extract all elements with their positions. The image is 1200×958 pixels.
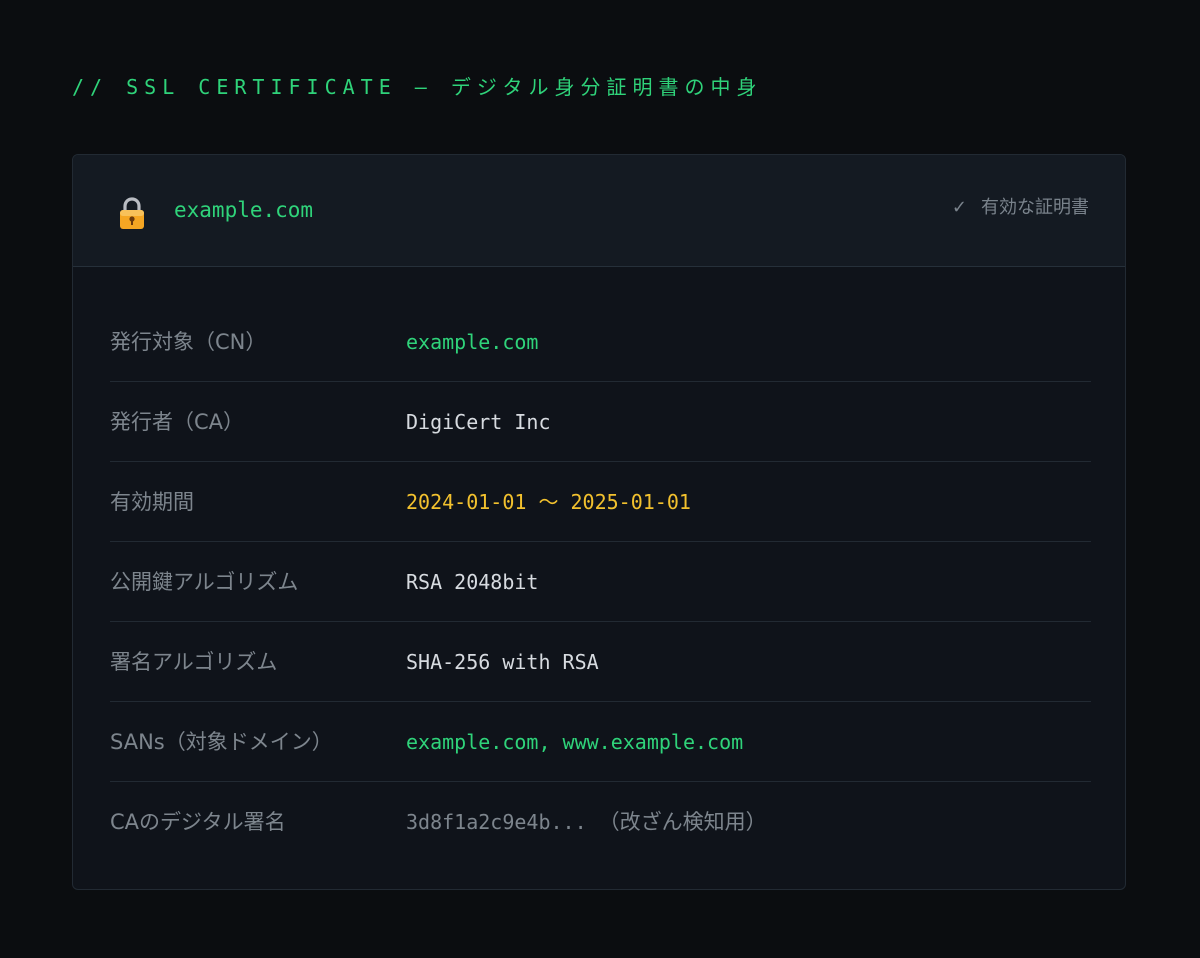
detail-value: RSA 2048bit <box>406 570 539 594</box>
detail-row-cn: 発行対象（CN） example.com <box>110 302 1091 382</box>
signature-note: （改ざん検知用） <box>598 810 767 834</box>
certificate-details: 発行対象（CN） example.com 発行者（CA） DigiCert In… <box>110 302 1091 861</box>
detail-value: example.com <box>406 330 539 354</box>
detail-label: SANs（対象ドメイン） <box>110 730 333 754</box>
signature-hash: 3d8f1a2c9e4b... <box>406 810 587 834</box>
status-badge: ✓ 有効な証明書 <box>952 193 1089 223</box>
detail-value-group: 3d8f1a2c9e4b... （改ざん検知用） <box>406 809 767 835</box>
detail-value: example.com, www.example.com <box>406 730 744 754</box>
certificate-domain: example.com <box>174 198 314 222</box>
detail-label: 発行者（CA） <box>110 410 245 434</box>
detail-row-sans: SANs（対象ドメイン） example.com, www.example.co… <box>110 702 1091 782</box>
detail-label: 署名アルゴリズム <box>110 650 278 674</box>
detail-label: 発行対象（CN） <box>110 330 267 354</box>
detail-value: SHA-256 with RSA <box>406 650 599 674</box>
check-icon: ✓ <box>951 197 967 218</box>
section-title: // SSL CERTIFICATE — デジタル身分証明書の中身 <box>72 75 763 99</box>
certificate-card: example.com ✓ 有効な証明書 発行対象（CN） example.com… <box>72 154 1126 890</box>
detail-value: 2024-01-01 〜 2025-01-01 <box>406 490 691 514</box>
detail-row-signature-algorithm: 署名アルゴリズム SHA-256 with RSA <box>110 622 1091 702</box>
detail-label: 有効期間 <box>110 490 194 514</box>
lock-icon <box>117 196 147 230</box>
detail-label: CAのデジタル署名 <box>110 810 286 834</box>
detail-value: DigiCert Inc <box>406 410 551 434</box>
detail-row-ca-signature: CAのデジタル署名 3d8f1a2c9e4b... （改ざん検知用） <box>110 782 1091 861</box>
detail-row-validity: 有効期間 2024-01-01 〜 2025-01-01 <box>110 462 1091 542</box>
status-label: 有効な証明書 <box>981 197 1089 218</box>
detail-row-public-key: 公開鍵アルゴリズム RSA 2048bit <box>110 542 1091 622</box>
detail-row-issuer: 発行者（CA） DigiCert Inc <box>110 382 1091 462</box>
certificate-header: example.com ✓ 有効な証明書 <box>73 155 1125 267</box>
detail-label: 公開鍵アルゴリズム <box>110 570 299 594</box>
